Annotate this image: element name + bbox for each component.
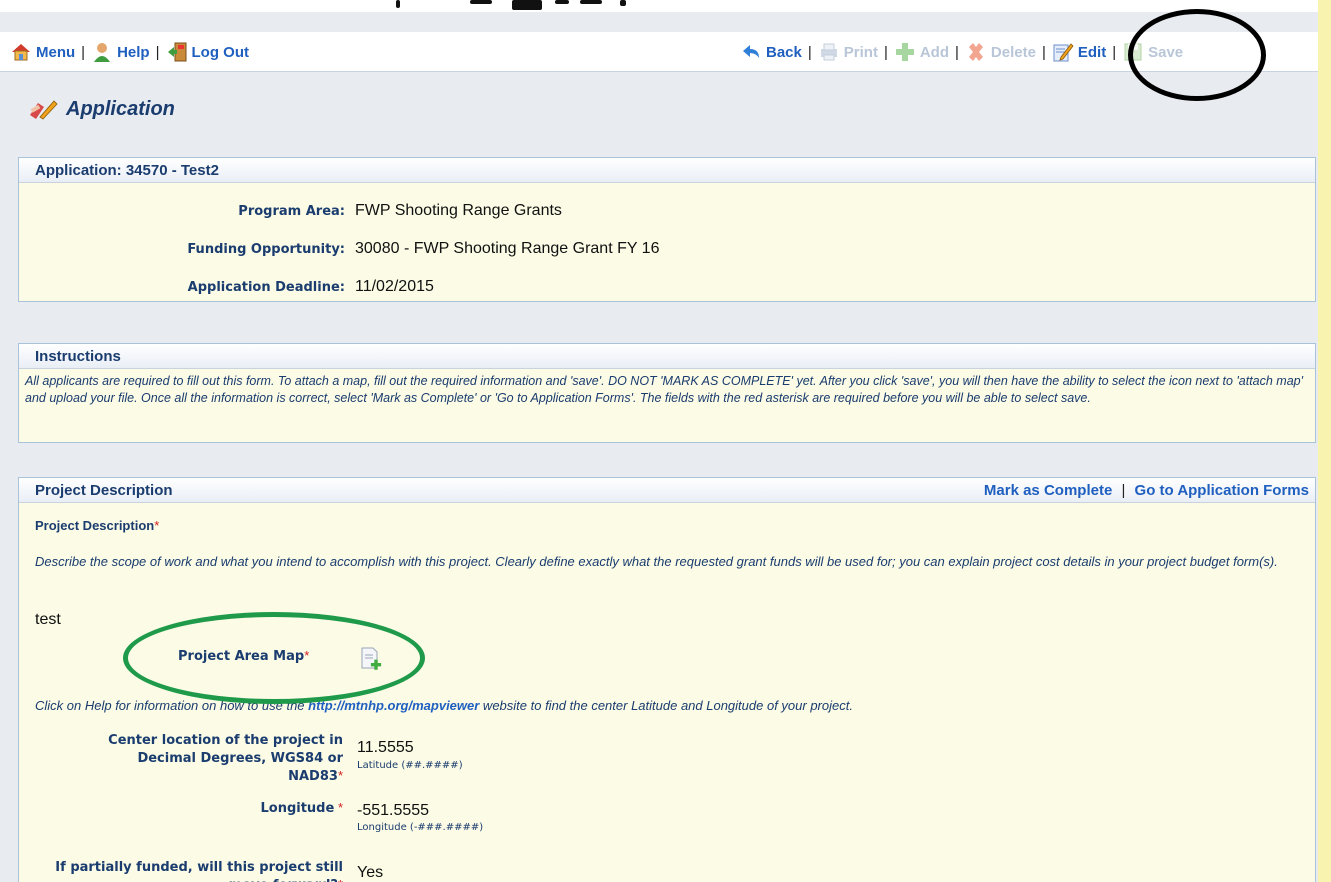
mapviewer-help-post: website to find the center Latitude and …: [479, 698, 853, 713]
longitude-value: -551.5555: [357, 802, 430, 819]
menu-label: Menu: [36, 43, 76, 61]
required-asterisk: *: [304, 648, 310, 663]
home-icon: [12, 44, 30, 61]
funding-opportunity-value: 30080 - FWP Shooting Range Grant FY 16: [355, 240, 660, 257]
attach-map-icon[interactable]: [359, 646, 383, 672]
project-description-label: Project Description: [35, 518, 155, 533]
page-title-text: Application: [66, 97, 175, 120]
application-panel: Application: 34570 - Test2 Program Area:…: [18, 157, 1316, 302]
mapviewer-help-pre: Click on Help for information on how to …: [35, 698, 309, 713]
program-area-label: Program Area:: [238, 204, 345, 219]
latitude-hint: Latitude (##.####): [357, 760, 463, 771]
delete-label: Delete: [990, 43, 1036, 61]
add-label: Add: [919, 43, 950, 61]
latitude-value: 11.5555: [357, 739, 414, 756]
delete-button[interactable]: Delete: [965, 41, 1036, 63]
page: Menu | Help | Log Out Back | Print | Add…: [0, 0, 1318, 882]
plus-icon: [895, 43, 914, 61]
funding-opportunity-label: Funding Opportunity:: [187, 242, 345, 257]
deadline-row: Application Deadline: 11/02/2015: [19, 276, 1315, 302]
separator: |: [1121, 482, 1126, 499]
center-location-label-block: Center location of the project in Decima…: [79, 731, 343, 785]
separator: |: [1112, 43, 1117, 61]
page-title: Application: [28, 97, 175, 121]
mapviewer-help-text: Click on Help for information on how to …: [35, 697, 853, 714]
separator: |: [81, 43, 86, 61]
application-header-text: Application: 34570 - Test2: [35, 161, 219, 179]
center-location-label: Center location of the project in Decima…: [108, 733, 343, 784]
save-label: Save: [1148, 43, 1184, 61]
funding-opportunity-row: Funding Opportunity: 30080 - FWP Shootin…: [19, 238, 1315, 264]
delete-x-icon: [968, 43, 983, 61]
edit-button[interactable]: Edit: [1052, 41, 1106, 63]
required-asterisk: *: [154, 518, 160, 533]
logout-label: Log Out: [191, 43, 249, 61]
application-panel-header: Application: 34570 - Test2: [19, 158, 1315, 183]
back-button[interactable]: Back: [740, 41, 802, 63]
add-button[interactable]: Add: [894, 41, 949, 63]
back-label: Back: [766, 43, 802, 61]
cropped-top-text: [0, 0, 1318, 12]
program-area-value: FWP Shooting Range Grants: [355, 202, 562, 219]
project-description-field-label: Project Description*: [35, 518, 159, 533]
application-tools-icon: [30, 100, 58, 120]
edit-label: Edit: [1077, 43, 1107, 61]
go-to-application-forms-link[interactable]: Go to Application Forms: [1135, 482, 1309, 499]
program-area-row: Program Area: FWP Shooting Range Grants: [19, 200, 1315, 226]
menu-link[interactable]: Menu: [10, 41, 75, 63]
toolbar-left: Menu | Help | Log Out: [10, 32, 249, 72]
mark-as-complete-link[interactable]: Mark as Complete: [984, 482, 1112, 499]
instructions-panel: Instructions All applicants are required…: [18, 343, 1316, 443]
save-disk-icon: [1124, 43, 1142, 61]
project-description-header: Project Description Mark as Complete | G…: [19, 478, 1315, 503]
separator: |: [155, 43, 160, 61]
required-asterisk: *: [337, 800, 343, 815]
exit-door-icon: [167, 42, 186, 62]
project-area-map-row: Project Area Map*: [178, 648, 309, 664]
deadline-value: 11/02/2015: [355, 278, 434, 295]
separator: |: [955, 43, 959, 61]
back-arrow-icon: [743, 45, 759, 58]
logout-link[interactable]: Log Out: [166, 41, 249, 63]
mapviewer-link[interactable]: http://mtnhp.org/mapviewer: [308, 698, 479, 713]
separator: |: [883, 43, 888, 61]
project-description-panel: Project Description Mark as Complete | G…: [18, 477, 1316, 882]
longitude-hint: Longitude (-###.####): [357, 822, 484, 833]
separator: |: [807, 43, 812, 61]
instructions-panel-header: Instructions: [19, 344, 1315, 369]
instructions-text: All applicants are required to fill out …: [25, 374, 1304, 405]
longitude-label-block: Longitude *: [79, 800, 343, 816]
partial-funding-label: If partially funded, will this project s…: [55, 860, 343, 882]
help-label: Help: [117, 43, 150, 61]
deadline-label: Application Deadline:: [187, 280, 345, 295]
print-label: Print: [843, 43, 878, 61]
save-button[interactable]: Save: [1122, 41, 1183, 63]
project-description-value: test: [35, 611, 61, 628]
required-asterisk: *: [337, 768, 343, 783]
partial-funding-value: Yes: [357, 864, 384, 881]
person-help-icon: [94, 43, 111, 62]
toolbar: Menu | Help | Log Out Back | Print | Add…: [0, 32, 1318, 72]
project-header-text: Project Description: [35, 481, 173, 499]
project-description-help: Describe the scope of work and what you …: [35, 554, 1278, 569]
separator: |: [1041, 43, 1046, 61]
edit-pencil-icon: [1053, 43, 1074, 62]
partial-funding-label-block: If partially funded, will this project s…: [39, 858, 343, 882]
toolbar-right: Back | Print | Add | Delete | Edit | Sav…: [740, 32, 1183, 72]
right-edge-strip: [1318, 0, 1331, 882]
help-link[interactable]: Help: [91, 41, 150, 63]
longitude-label: Longitude: [260, 801, 335, 816]
printer-icon: [820, 43, 837, 61]
project-area-map-label: Project Area Map: [178, 649, 305, 664]
print-button[interactable]: Print: [818, 41, 878, 63]
required-asterisk: *: [338, 877, 343, 882]
instructions-header-text: Instructions: [35, 347, 121, 365]
project-header-links: Mark as Complete | Go to Application For…: [984, 482, 1309, 499]
